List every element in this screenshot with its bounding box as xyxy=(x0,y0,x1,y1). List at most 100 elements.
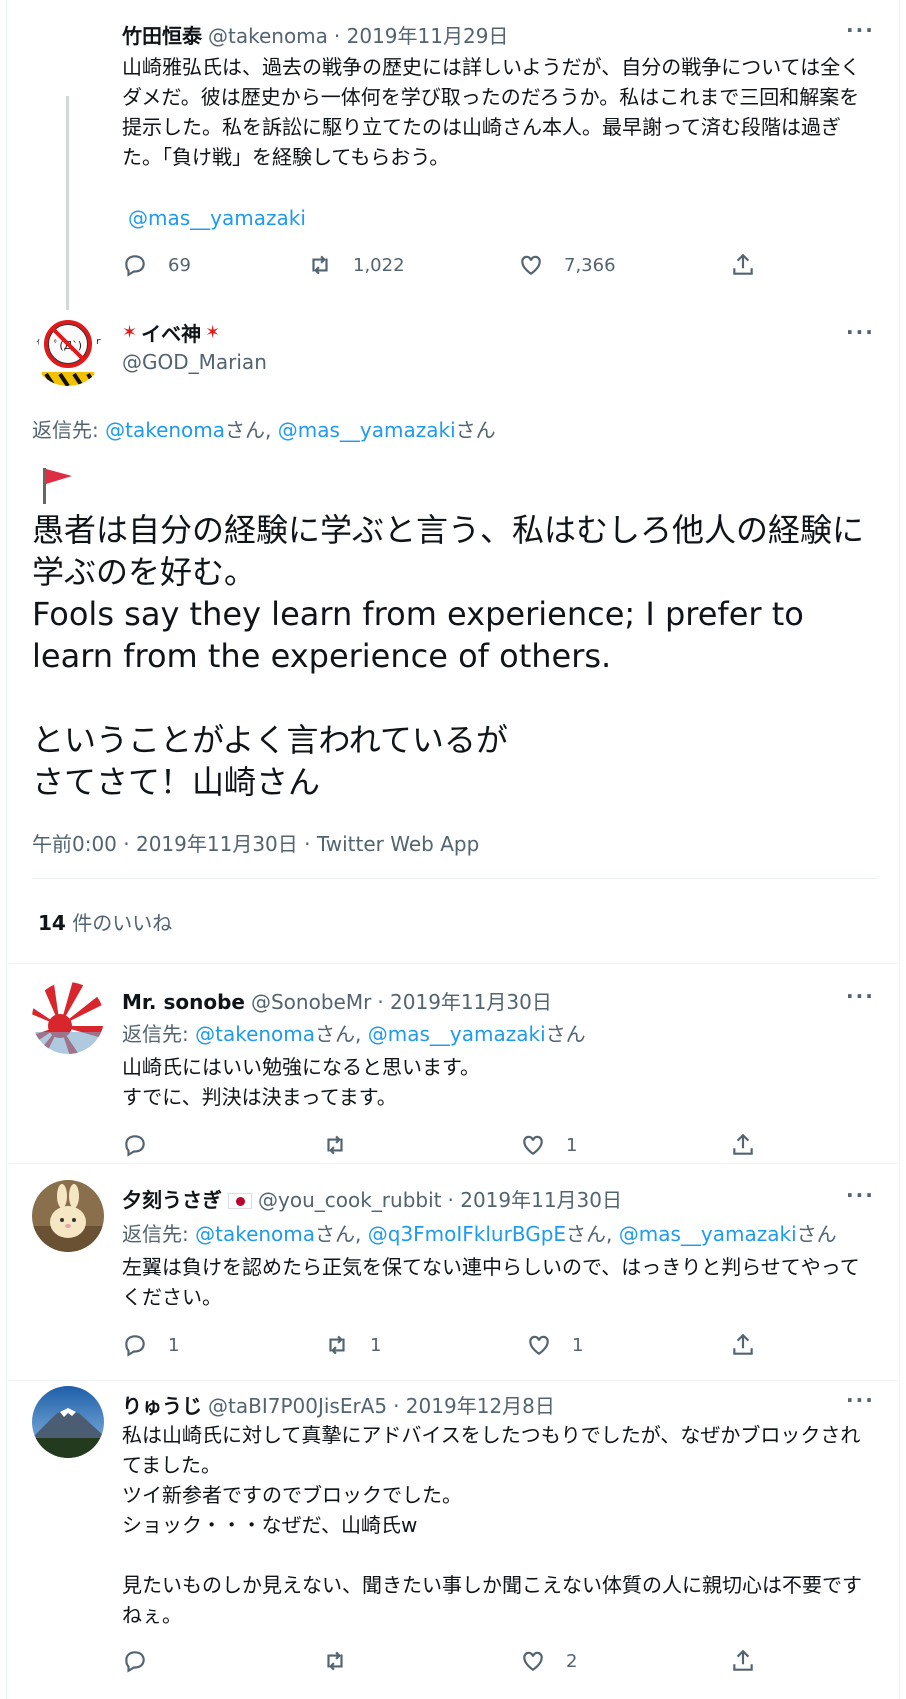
reply3-retweet-button[interactable] xyxy=(322,1648,368,1674)
reply1-like-button[interactable]: 1 xyxy=(520,1132,577,1158)
red-flag-icon xyxy=(43,468,72,504)
parent-tweet-text: 山崎雅弘氏は、過去の戦争の歴史には詳しいようだが、自分の戦争については全くダメだ… xyxy=(122,55,861,169)
reply1-author-name[interactable]: Mr. sonobe xyxy=(122,990,245,1014)
reply1-like-count: 1 xyxy=(566,1134,578,1156)
retweet-icon xyxy=(312,255,328,275)
reply1-share-button[interactable] xyxy=(730,1132,756,1158)
main-likes-label: 件のいいね xyxy=(72,911,173,935)
main-author-handle[interactable]: @GOD_Marian xyxy=(122,350,267,374)
reply-to-label: 返信先: xyxy=(122,1022,196,1046)
share-icon xyxy=(733,253,753,275)
heart-icon xyxy=(523,1651,543,1671)
reply2-like-button[interactable]: 1 xyxy=(526,1332,583,1358)
share-icon xyxy=(733,1333,753,1355)
section-divider xyxy=(6,963,900,964)
parent-retweet-count: 1,022 xyxy=(353,254,405,276)
reply-to-link[interactable]: @mas__yamazaki xyxy=(368,1022,546,1046)
reply-divider xyxy=(6,1163,900,1164)
parent-share-button[interactable] xyxy=(730,252,756,278)
parent-tweet-date[interactable]: · 2019年11月29日 xyxy=(334,20,509,49)
parent-reply-button[interactable]: 69 xyxy=(122,252,191,278)
heart-icon xyxy=(529,1335,549,1355)
reply2-reply-button[interactable]: 1 xyxy=(122,1332,179,1358)
reply-to-link[interactable]: @takenoma xyxy=(195,1222,315,1246)
reply-icon xyxy=(125,1135,145,1157)
reply2-more-icon[interactable]: ··· xyxy=(846,1183,875,1207)
reply-to-san: さん xyxy=(796,1222,837,1246)
parent-author-handle[interactable]: @takenoma xyxy=(208,24,328,48)
parent-reply-count: 69 xyxy=(168,254,191,276)
reply-icon xyxy=(125,1651,145,1673)
reply2-avatar[interactable] xyxy=(32,1180,104,1252)
parent-retweet-button[interactable]: 1,022 xyxy=(307,252,405,278)
frame-border-left xyxy=(6,0,7,1699)
main-likes-summary[interactable]: 14 件のいいね xyxy=(38,907,172,936)
reply3-author-name[interactable]: りゅうじ xyxy=(122,1390,202,1419)
thread-line xyxy=(66,96,69,310)
reply-to-san: さん xyxy=(455,418,496,442)
reply2-author-handle[interactable]: @you_cook_rubbit xyxy=(258,1188,442,1212)
reply2-reply-to: 返信先: @takenomaさん, @q3FmoIFklurBGpEさん, @m… xyxy=(122,1222,837,1246)
reply3-author-handle[interactable]: @taBI7P00JisErA5 xyxy=(208,1394,387,1418)
reply3-like-button[interactable]: 2 xyxy=(520,1648,577,1674)
reply1-avatar[interactable] xyxy=(32,982,104,1054)
reply3-share-button[interactable] xyxy=(730,1648,756,1674)
reply-to-san: さん xyxy=(315,1022,356,1046)
main-author-name[interactable]: イベ神 xyxy=(141,318,201,347)
reply-to-label: 返信先: xyxy=(32,418,106,442)
heart-icon xyxy=(523,1135,543,1155)
reply3-avatar[interactable] xyxy=(32,1386,104,1458)
reply3-date[interactable]: · 2019年12月8日 xyxy=(393,1390,555,1419)
reply2-retweet-button[interactable]: 1 xyxy=(324,1332,381,1358)
sparkle-left-icon: ✶ xyxy=(122,322,138,343)
heart-icon xyxy=(521,255,541,275)
reply1-reply-button[interactable] xyxy=(122,1132,168,1158)
reply1-date[interactable]: · 2019年11月30日 xyxy=(377,986,552,1015)
main-author-avatar[interactable]: ﾟ(Д`) ｨ ｒ xyxy=(32,314,104,386)
parent-like-count: 7,366 xyxy=(564,254,616,276)
share-icon xyxy=(733,1133,753,1155)
svg-text:ｒ: ｒ xyxy=(94,337,103,347)
reply-to-link-mas-yamazaki[interactable]: @mas__yamazaki xyxy=(278,418,456,442)
reply1-author-handle[interactable]: @SonobeMr xyxy=(251,990,371,1014)
reply-to-sep: , xyxy=(265,418,278,442)
reply3-more-icon[interactable]: ··· xyxy=(846,1388,875,1412)
reply3-text: 私は山崎氏に対して真摯にアドバイスをしたつもりでしたが、なぜかブロックされてまし… xyxy=(122,1423,862,1627)
retweet-icon xyxy=(329,1335,345,1355)
reply-to-san: さん xyxy=(545,1022,586,1046)
reply-to-link[interactable]: @q3FmoIFklurBGpE xyxy=(368,1222,566,1246)
reply2-share-button[interactable] xyxy=(730,1332,756,1358)
main-tweet-text: 愚者は自分の経験に学ぶと言う、私はむしろ他人の経験に学ぶのを好む。 Fools … xyxy=(32,511,865,801)
main-divider-top xyxy=(32,878,878,879)
reply-to-san: さん xyxy=(566,1222,607,1246)
reply2-date[interactable]: · 2019年11月30日 xyxy=(448,1184,623,1213)
reply-divider xyxy=(6,1380,900,1381)
reply-icon xyxy=(125,255,145,277)
avatar-character-icon: ﾟ(Д`) ｨ ｒ xyxy=(32,314,104,386)
japan-flag-icon xyxy=(228,1193,252,1209)
reply1-reply-to: 返信先: @takenomaさん, @mas__yamazakiさん xyxy=(122,1022,586,1046)
svg-text:ｨ: ｨ xyxy=(36,337,41,347)
reply1-retweet-button[interactable] xyxy=(322,1132,368,1158)
reply2-retweet-count: 1 xyxy=(370,1334,382,1356)
reply-to-link[interactable]: @mas__yamazaki xyxy=(619,1222,797,1246)
main-tweet-timestamp[interactable]: 午前0:00 · 2019年11月30日 · Twitter Web App xyxy=(32,828,479,857)
reply2-author-name[interactable]: 夕刻うさぎ xyxy=(122,1184,222,1213)
reply1-more-icon[interactable]: ··· xyxy=(846,984,875,1008)
reply3-like-count: 2 xyxy=(566,1650,578,1672)
retweet-icon xyxy=(327,1651,343,1671)
reply-to-san: さん xyxy=(225,418,266,442)
parent-more-icon[interactable]: ··· xyxy=(846,18,875,42)
parent-tweet-mention[interactable]: @mas__yamazaki xyxy=(128,203,306,233)
reply2-reply-count: 1 xyxy=(168,1334,180,1356)
sparkle-right-icon: ✶ xyxy=(205,322,221,343)
parent-author-name[interactable]: 竹田恒泰 xyxy=(122,20,202,49)
main-more-icon[interactable]: ··· xyxy=(846,320,875,344)
share-icon xyxy=(733,1649,753,1671)
reply3-reply-button[interactable] xyxy=(122,1648,168,1674)
reply-to-link-takenoma[interactable]: @takenoma xyxy=(105,418,225,442)
parent-like-button[interactable]: 7,366 xyxy=(518,252,616,278)
main-reply-to: 返信先: @takenomaさん, @mas__yamazakiさん xyxy=(32,414,496,443)
reply-to-link[interactable]: @takenoma xyxy=(195,1022,315,1046)
frame-border-right xyxy=(899,0,900,1699)
